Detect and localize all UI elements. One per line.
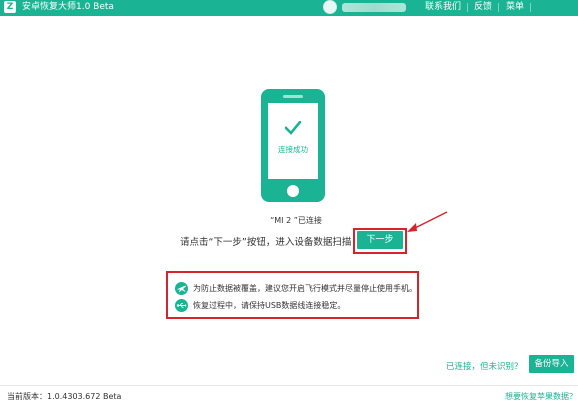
user-avatar[interactable] [323,0,337,14]
titlebar-divider [467,3,468,12]
title-bar: Z 安卓恢复大师1.0 Beta 联系我们 反馈 菜单 [0,0,578,16]
feedback-link[interactable]: 反馈 [474,1,492,13]
titlebar-divider [530,3,531,12]
next-button[interactable]: 下一步 [357,231,403,249]
phone-screen: 连接成功 [268,103,318,179]
menu-link[interactable]: 菜单 [506,1,524,13]
connect-success-label: 连接成功 [278,145,308,154]
tip-row: 恢复过程中，请保持USB数据线连接稳定。 [175,298,345,312]
tip-text: 为防止数据被覆盖，建议您开启飞行模式并尽量停止使用手机。 [193,283,417,293]
tips-box: 为防止数据被覆盖，建议您开启飞行模式并尽量停止使用手机。 恢复过程中，请保持US… [166,271,419,319]
app-title: 安卓恢复大师1.0 Beta [22,2,114,12]
tip-text: 恢复过程中，请保持USB数据线连接稳定。 [193,300,346,310]
phone-home-button [287,185,299,197]
contact-us-link[interactable]: 联系我们 [425,1,461,13]
phone-illustration: 连接成功 [261,89,325,202]
titlebar-divider [498,3,499,12]
version-text: 当前版本：1.0.4303.672 Beta [7,392,122,401]
instruction-text: 请点击“下一步”按钮，进入设备数据扫描 [180,237,352,248]
footer-divider [0,385,578,386]
recover-apple-data-link[interactable]: 想要恢复苹果数据？ [505,391,577,402]
usb-icon [175,298,188,312]
pointer-arrow-icon [407,211,448,232]
checkmark-icon [285,121,301,135]
app-logo-icon: Z [4,1,16,13]
backup-import-button[interactable]: 备份导入 [529,355,574,373]
airplane-icon [175,281,188,295]
device-connected-text: “MI 2 ”已连接 [270,216,322,225]
user-name-blurred[interactable] [342,3,406,12]
not-recognized-link[interactable]: 已连接，但未识别？ [446,360,523,372]
phone-speaker [283,95,303,98]
tip-row: 为防止数据被覆盖，建议您开启飞行模式并尽量停止使用手机。 [175,281,417,295]
